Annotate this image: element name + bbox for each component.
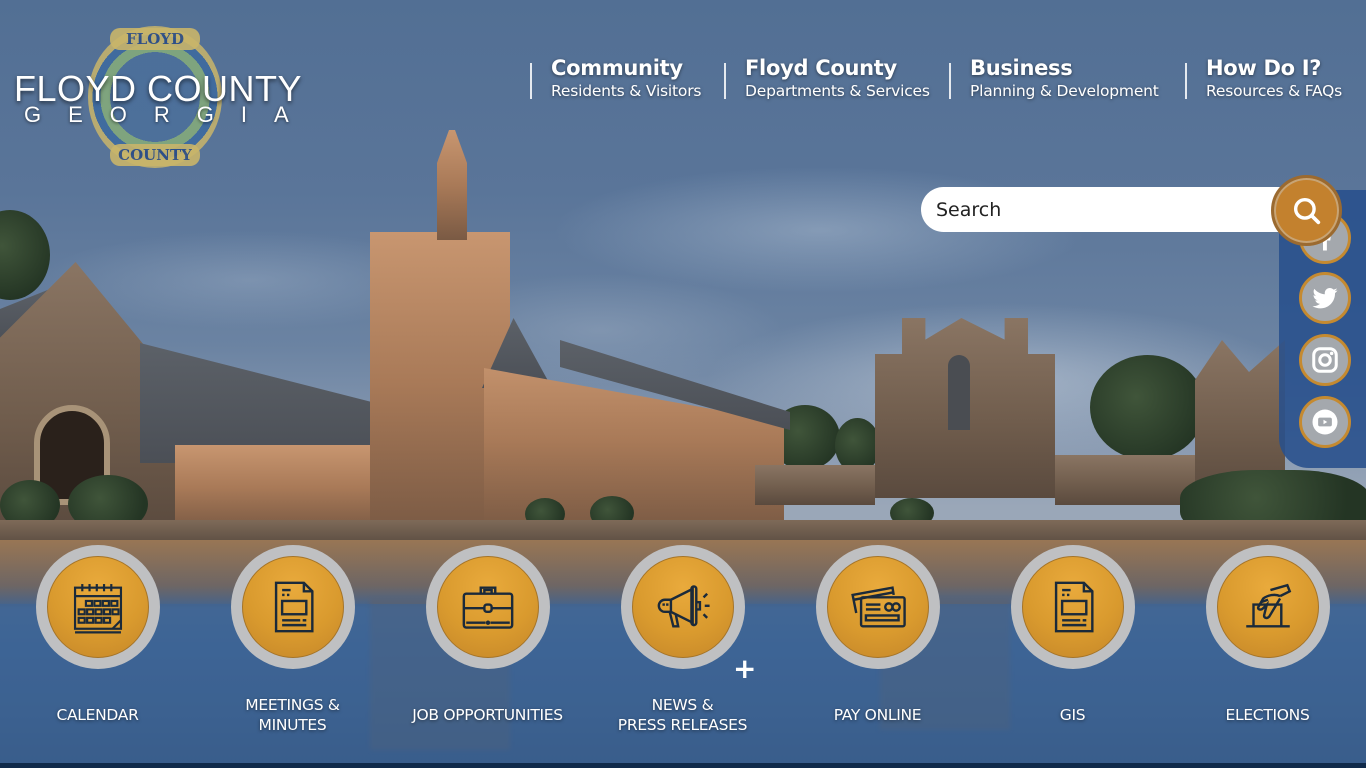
document-icon xyxy=(1054,581,1094,633)
nav-item-how-do-i[interactable]: How Do I? Resources & FAQs xyxy=(1185,55,1342,101)
footer-strip xyxy=(0,763,1366,768)
search-input[interactable] xyxy=(921,187,1291,232)
search-bar xyxy=(921,187,1291,232)
quick-link-label: MEETINGS & MINUTES xyxy=(245,696,340,734)
quick-link-pay-online[interactable]: PAY ONLINE xyxy=(780,545,975,740)
nav-item-floyd-county[interactable]: Floyd County Departments & Services xyxy=(724,55,949,101)
nav-title: Community xyxy=(551,56,683,80)
nav-title: Business xyxy=(970,56,1073,80)
instagram-icon xyxy=(1312,347,1338,373)
quick-link-circle xyxy=(1011,545,1135,669)
nav-subtitle: Residents & Visitors xyxy=(551,82,702,100)
nav-item-community[interactable]: Community Residents & Visitors xyxy=(530,55,724,101)
search-icon xyxy=(1293,197,1320,224)
quick-link-calendar[interactable]: CALENDAR xyxy=(0,545,195,740)
quick-link-circle xyxy=(36,545,160,669)
credit-card-icon xyxy=(851,586,906,628)
ballot-box-icon xyxy=(1246,583,1292,628)
nav-subtitle: Planning & Development xyxy=(970,82,1159,100)
nav-subtitle: Resources & FAQs xyxy=(1206,82,1342,100)
quick-link-circle xyxy=(426,545,550,669)
quick-link-circle xyxy=(621,545,745,669)
nav-subtitle: Departments & Services xyxy=(745,82,930,100)
tree xyxy=(1090,355,1205,460)
nav-title: How Do I? xyxy=(1206,56,1322,80)
quick-link-label: GIS xyxy=(1059,706,1086,724)
quick-link-circle xyxy=(816,545,940,669)
quick-link-job-opportunities[interactable]: JOB OPPORTUNITIES xyxy=(390,545,585,740)
quick-link-meetings-minutes[interactable]: MEETINGS & MINUTES xyxy=(195,545,390,740)
instagram-link[interactable] xyxy=(1299,334,1351,386)
quick-link-label: NEWS & PRESS RELEASES xyxy=(617,696,748,734)
quick-link-label: CALENDAR xyxy=(56,706,139,724)
logo-subtitle: GEORGIA xyxy=(24,102,316,127)
twitter-icon xyxy=(1312,288,1338,309)
seal-bottom-text: COUNTY xyxy=(110,144,200,166)
briefcase-icon xyxy=(462,586,514,629)
quick-link-circle xyxy=(231,545,355,669)
quick-link-elections[interactable]: ELECTIONS xyxy=(1170,545,1365,740)
seal-top-text: FLOYD xyxy=(110,28,200,50)
document-icon xyxy=(274,581,314,633)
quick-link-label: ELECTIONS xyxy=(1225,706,1310,724)
search-button[interactable] xyxy=(1271,175,1342,246)
quick-link-label: JOB OPPORTUNITIES xyxy=(412,706,563,724)
quick-link-circle xyxy=(1206,545,1330,669)
quick-link-news-press-releases[interactable]: NEWS & PRESS RELEASES xyxy=(585,545,780,740)
site-logo[interactable]: FLOYD COUNTY FLOYD COUNTY GEORGIA xyxy=(12,24,302,174)
nav-title: Floyd County xyxy=(745,56,897,80)
pool-wall xyxy=(0,520,1366,542)
youtube-icon xyxy=(1312,409,1338,435)
main-navigation: Community Residents & Visitors Floyd Cou… xyxy=(530,55,1342,101)
calendar-icon xyxy=(73,584,123,634)
quick-link-gis[interactable]: GIS xyxy=(975,545,1170,740)
youtube-link[interactable] xyxy=(1299,396,1351,448)
megaphone-icon xyxy=(657,585,710,628)
twitter-link[interactable] xyxy=(1299,272,1351,324)
more-links-toggle[interactable]: + xyxy=(733,655,756,683)
quick-links: CALENDAR MEETINGS & MINUTES JOB OPPORTUNI… xyxy=(0,545,1366,745)
chapel-window xyxy=(948,355,970,430)
arcade xyxy=(755,465,875,505)
nav-item-business[interactable]: Business Planning & Development xyxy=(949,55,1185,101)
quick-link-label: PAY ONLINE xyxy=(833,706,922,724)
